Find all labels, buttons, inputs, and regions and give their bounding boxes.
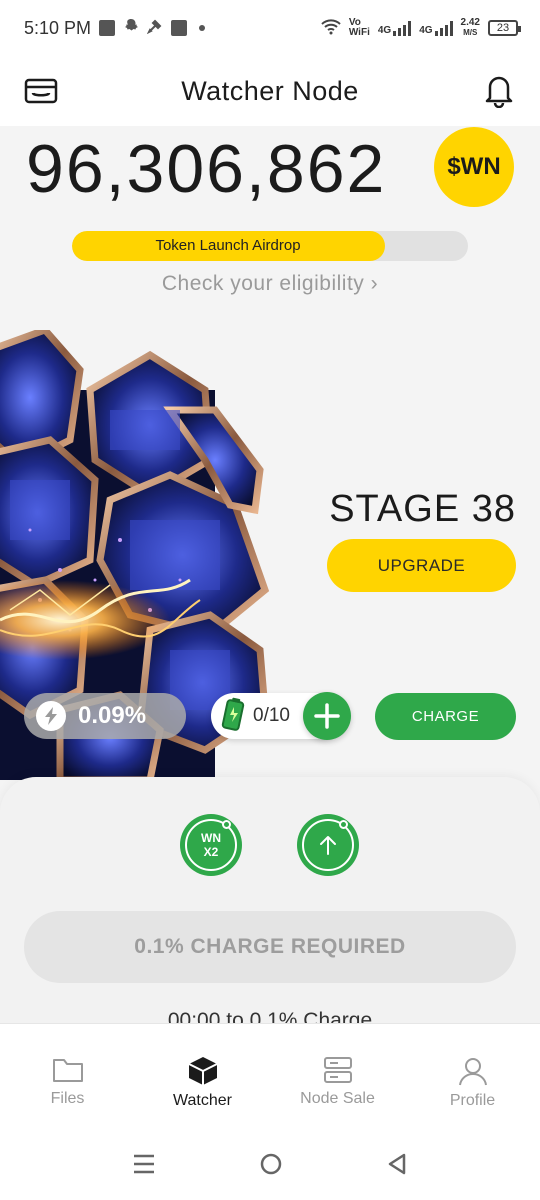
status-bar: 5:10 PM Vo WiFi 4G 4G 2.42 M/S 23 bbox=[0, 0, 540, 56]
gallery-notification-icon bbox=[99, 20, 116, 36]
charge-required-button[interactable]: 0.1% CHARGE REQUIRED bbox=[24, 911, 516, 983]
network-4g-2: 4G bbox=[419, 20, 453, 36]
token-badge: $WN bbox=[434, 127, 514, 207]
multiplier-boost-button[interactable]: WN X2 bbox=[180, 814, 242, 876]
menu-icon bbox=[133, 1154, 154, 1174]
wifi-icon bbox=[321, 18, 341, 38]
action-panel: WN X2 0.1% CHARGE REQUIRED 00:00 to 0.1%… bbox=[0, 777, 540, 1037]
signal-icon bbox=[434, 20, 453, 36]
signal-icon bbox=[393, 20, 412, 36]
nav-label-watcher: Watcher bbox=[173, 1092, 232, 1109]
boost-upgrade-button[interactable] bbox=[297, 814, 359, 876]
stage-label: STAGE 38 bbox=[329, 488, 516, 530]
recent-apps-button[interactable] bbox=[132, 1153, 156, 1180]
home-button[interactable] bbox=[259, 1152, 283, 1181]
battery-charge-icon bbox=[221, 697, 245, 736]
arrow-up-icon bbox=[302, 819, 354, 871]
nav-item-profile[interactable]: Profile bbox=[405, 1024, 540, 1133]
system-navigation-bar bbox=[0, 1133, 540, 1200]
nav-item-files[interactable]: Files bbox=[0, 1024, 135, 1133]
more-notifications-dot bbox=[199, 25, 206, 31]
app-header: Watcher Node bbox=[0, 56, 540, 126]
network-4g-1: 4G bbox=[378, 20, 412, 36]
volte-indicator: Vo WiFi bbox=[348, 17, 370, 38]
airdrop-label: Token Launch Airdrop bbox=[155, 237, 301, 254]
nav-label-files: Files bbox=[50, 1090, 85, 1107]
network-speed: 2.42 M/S bbox=[460, 17, 480, 38]
charge-percent-pill: 0.09% bbox=[24, 693, 186, 739]
tools-notification-icon bbox=[146, 18, 163, 39]
folder-icon bbox=[52, 1059, 83, 1082]
charge-percent: 0.09% bbox=[78, 702, 147, 729]
nav-item-node-sale[interactable]: Node Sale bbox=[270, 1024, 405, 1133]
snapchat-notification-icon bbox=[123, 18, 139, 39]
status-time: 5:10 PM bbox=[24, 17, 92, 38]
wallet-button[interactable] bbox=[24, 76, 58, 106]
wallet-icon bbox=[24, 78, 58, 104]
status-right: Vo WiFi 4G 4G 2.42 M/S 23 bbox=[321, 17, 521, 38]
page-title: Watcher Node bbox=[181, 75, 359, 106]
cube-icon bbox=[188, 1057, 217, 1085]
app-notification-icon bbox=[171, 20, 188, 36]
notifications-button[interactable] bbox=[482, 72, 516, 109]
bell-icon bbox=[485, 76, 513, 109]
bottom-nav: Files Watcher Node Sale Profile bbox=[0, 1023, 540, 1133]
check-eligibility-link[interactable]: Check your eligibility › bbox=[0, 272, 540, 296]
plus-icon bbox=[314, 703, 340, 729]
battery-icon: 23 bbox=[488, 20, 521, 36]
charge-button[interactable]: CHARGE bbox=[375, 693, 516, 740]
back-button[interactable] bbox=[386, 1152, 408, 1181]
bolt-icon bbox=[36, 701, 66, 731]
token-symbol: $WN bbox=[447, 153, 501, 180]
nav-item-watcher[interactable]: Watcher bbox=[135, 1024, 270, 1133]
token-balance: 96,306,862 bbox=[26, 131, 387, 207]
multiplier-icon: WN X2 bbox=[185, 819, 237, 871]
nav-label-node-sale: Node Sale bbox=[300, 1090, 375, 1107]
battery-count: 0/10 bbox=[253, 705, 290, 726]
upgrade-button[interactable]: UPGRADE bbox=[327, 539, 516, 592]
home-circle-icon bbox=[260, 1153, 282, 1175]
server-icon bbox=[323, 1057, 352, 1083]
person-icon bbox=[458, 1058, 487, 1086]
add-battery-button[interactable] bbox=[303, 692, 351, 740]
back-triangle-icon bbox=[389, 1153, 406, 1175]
nav-label-profile: Profile bbox=[449, 1092, 496, 1109]
status-left: 5:10 PM bbox=[24, 17, 206, 39]
